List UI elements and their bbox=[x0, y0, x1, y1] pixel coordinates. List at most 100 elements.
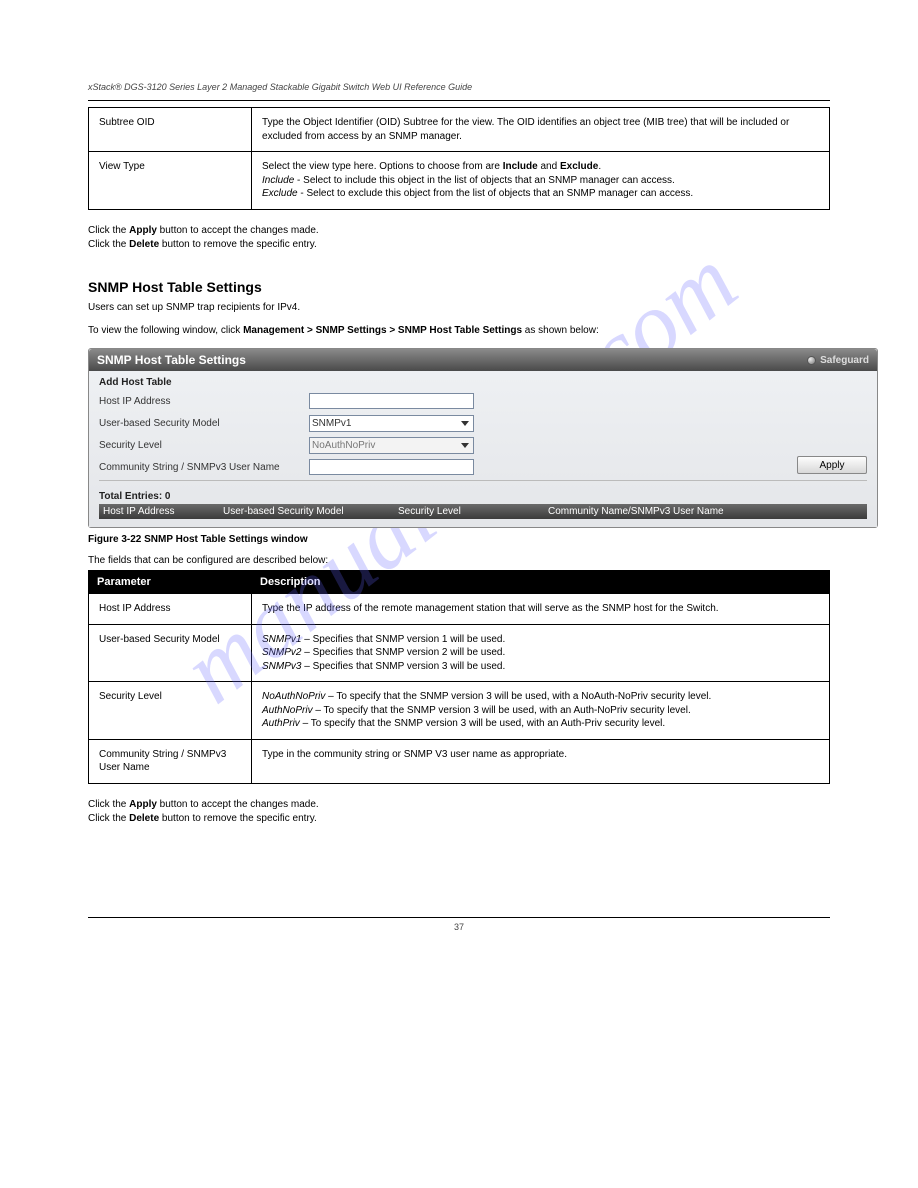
param-cell: User-based Security Model bbox=[89, 624, 252, 682]
param-cell: Security Level bbox=[89, 682, 252, 740]
section-title: SNMP Host Table Settings bbox=[88, 279, 830, 295]
bold: Delete bbox=[129, 239, 159, 250]
community-string-label: Community String / SNMPv3 User Name bbox=[99, 462, 309, 473]
grid-col-level: Security Level bbox=[398, 506, 548, 517]
security-model-label: User-based Security Model bbox=[99, 418, 309, 429]
security-model-select[interactable]: SNMPv1 bbox=[309, 415, 474, 432]
table-row: Security Level NoAuthNoPriv – To specify… bbox=[89, 682, 830, 740]
select-value: SNMPv1 bbox=[312, 418, 351, 429]
text: – Specifies that SNMP version 3 will be … bbox=[301, 661, 505, 672]
table-row: Community String / SNMPv3 User Name Type… bbox=[89, 739, 830, 783]
safeguard-label: Safeguard bbox=[820, 355, 869, 366]
italic: Exclude bbox=[262, 188, 298, 199]
italic: Include bbox=[262, 175, 294, 186]
italic: AuthNoPriv bbox=[262, 705, 313, 716]
form-row: Security Level NoAuthNoPriv bbox=[99, 434, 867, 456]
doc-header-subtitle: xStack® DGS-3120 Series Layer 2 Managed … bbox=[88, 82, 830, 92]
safeguard-icon bbox=[807, 356, 816, 365]
italic: SNMPv2 bbox=[262, 647, 301, 658]
italic: SNMPv1 bbox=[262, 634, 301, 645]
param-cell: View Type bbox=[89, 152, 252, 210]
select-value: NoAuthNoPriv bbox=[312, 440, 375, 451]
desc-cell: Select the view type here. Options to ch… bbox=[252, 152, 830, 210]
form-row: User-based Security Model SNMPv1 bbox=[99, 412, 867, 434]
add-host-heading: Add Host Table bbox=[99, 377, 867, 388]
grid-col-hostip: Host IP Address bbox=[103, 506, 223, 517]
table-header-row: Parameter Description bbox=[89, 571, 830, 594]
text: button to remove the specific entry. bbox=[159, 239, 317, 250]
text: – To specify that the SNMP version 3 wil… bbox=[300, 718, 665, 729]
breadcrumb: Management > SNMP Settings > SNMP Host T… bbox=[243, 325, 522, 336]
parameter-table-1: Subtree OID Type the Object Identifier (… bbox=[88, 107, 830, 210]
text: button to accept the changes made. bbox=[157, 799, 319, 810]
param-cell: Community String / SNMPv3 User Name bbox=[89, 739, 252, 783]
security-level-select[interactable]: NoAuthNoPriv bbox=[309, 437, 474, 454]
desc-cell: Type the Object Identifier (OID) Subtree… bbox=[252, 108, 830, 152]
text: To view the following window, click bbox=[88, 325, 243, 336]
grid-col-model: User-based Security Model bbox=[223, 506, 398, 517]
screenshot-panel: SNMP Host Table Settings Safeguard Add H… bbox=[88, 348, 878, 528]
desc-cell: SNMPv1 – Specifies that SNMP version 1 w… bbox=[252, 624, 830, 682]
chevron-down-icon bbox=[461, 421, 469, 426]
text: as shown below: bbox=[522, 325, 599, 336]
desc-cell: Type the IP address of the remote manage… bbox=[252, 594, 830, 625]
community-string-input[interactable] bbox=[309, 459, 474, 475]
param-cell: Subtree OID bbox=[89, 108, 252, 152]
host-ip-input[interactable] bbox=[309, 393, 474, 409]
text: button to remove the specific entry. bbox=[159, 813, 317, 824]
section-p1: Users can set up SNMP trap recipients fo… bbox=[88, 301, 830, 316]
th-parameter: Parameter bbox=[89, 571, 252, 594]
text: and bbox=[538, 161, 560, 172]
text: button to accept the changes made. bbox=[157, 225, 319, 236]
post-table-text: Click the Apply button to accept the cha… bbox=[88, 224, 830, 253]
italic: AuthPriv bbox=[262, 718, 300, 729]
apply-button[interactable]: Apply bbox=[797, 456, 867, 474]
param-cell: Host IP Address bbox=[89, 594, 252, 625]
total-entries: Total Entries: 0 bbox=[99, 491, 867, 502]
chevron-down-icon bbox=[461, 443, 469, 448]
panel-titlebar: SNMP Host Table Settings Safeguard bbox=[89, 349, 877, 371]
text: - Select to include this object in the l… bbox=[294, 175, 675, 186]
bold: Include bbox=[503, 161, 538, 172]
table-row: Subtree OID Type the Object Identifier (… bbox=[89, 108, 830, 152]
desc-cell: Type in the community string or SNMP V3 … bbox=[252, 739, 830, 783]
desc-cell: NoAuthNoPriv – To specify that the SNMP … bbox=[252, 682, 830, 740]
text: Select the view type here. Options to ch… bbox=[262, 161, 503, 172]
panel-title: SNMP Host Table Settings bbox=[97, 353, 246, 367]
page-footer: 37 bbox=[88, 917, 830, 932]
safeguard-indicator: Safeguard bbox=[807, 355, 869, 366]
table-row: Host IP Address Type the IP address of t… bbox=[89, 594, 830, 625]
table-row: View Type Select the view type here. Opt… bbox=[89, 152, 830, 210]
text: - Select to exclude this object from the… bbox=[298, 188, 694, 199]
text: . bbox=[598, 161, 601, 172]
figure-caption: Figure 3-22 SNMP Host Table Settings win… bbox=[88, 534, 830, 545]
divider bbox=[99, 480, 867, 481]
italic: NoAuthNoPriv bbox=[262, 691, 325, 702]
italic: SNMPv3 bbox=[262, 661, 301, 672]
bold: Apply bbox=[129, 225, 157, 236]
table-row: User-based Security Model SNMPv1 – Speci… bbox=[89, 624, 830, 682]
navpath: To view the following window, click Mana… bbox=[88, 325, 830, 336]
table-description: The fields that can be configured are de… bbox=[88, 555, 830, 566]
parameter-table-2: Parameter Description Host IP Address Ty… bbox=[88, 570, 830, 784]
text: Click the bbox=[88, 225, 129, 236]
text: Click the bbox=[88, 813, 129, 824]
post-table-text: Click the Apply button to accept the cha… bbox=[88, 798, 830, 827]
text: – To specify that the SNMP version 3 wil… bbox=[313, 705, 691, 716]
bold: Exclude bbox=[560, 161, 598, 172]
security-level-label: Security Level bbox=[99, 440, 309, 451]
header-rule bbox=[88, 100, 830, 101]
text: Click the bbox=[88, 239, 129, 250]
form-row: Host IP Address bbox=[99, 390, 867, 412]
panel-body: Add Host Table Host IP Address User-base… bbox=[89, 371, 877, 527]
th-description: Description bbox=[252, 571, 830, 594]
text: – To specify that the SNMP version 3 wil… bbox=[325, 691, 711, 702]
text: – Specifies that SNMP version 1 will be … bbox=[301, 634, 505, 645]
host-ip-label: Host IP Address bbox=[99, 396, 309, 407]
bold: Delete bbox=[129, 813, 159, 824]
grid-header: Host IP Address User-based Security Mode… bbox=[99, 504, 867, 519]
grid-col-community: Community Name/SNMPv3 User Name bbox=[548, 506, 754, 517]
text: – Specifies that SNMP version 2 will be … bbox=[301, 647, 505, 658]
text: Click the bbox=[88, 799, 129, 810]
bold: Apply bbox=[129, 799, 157, 810]
